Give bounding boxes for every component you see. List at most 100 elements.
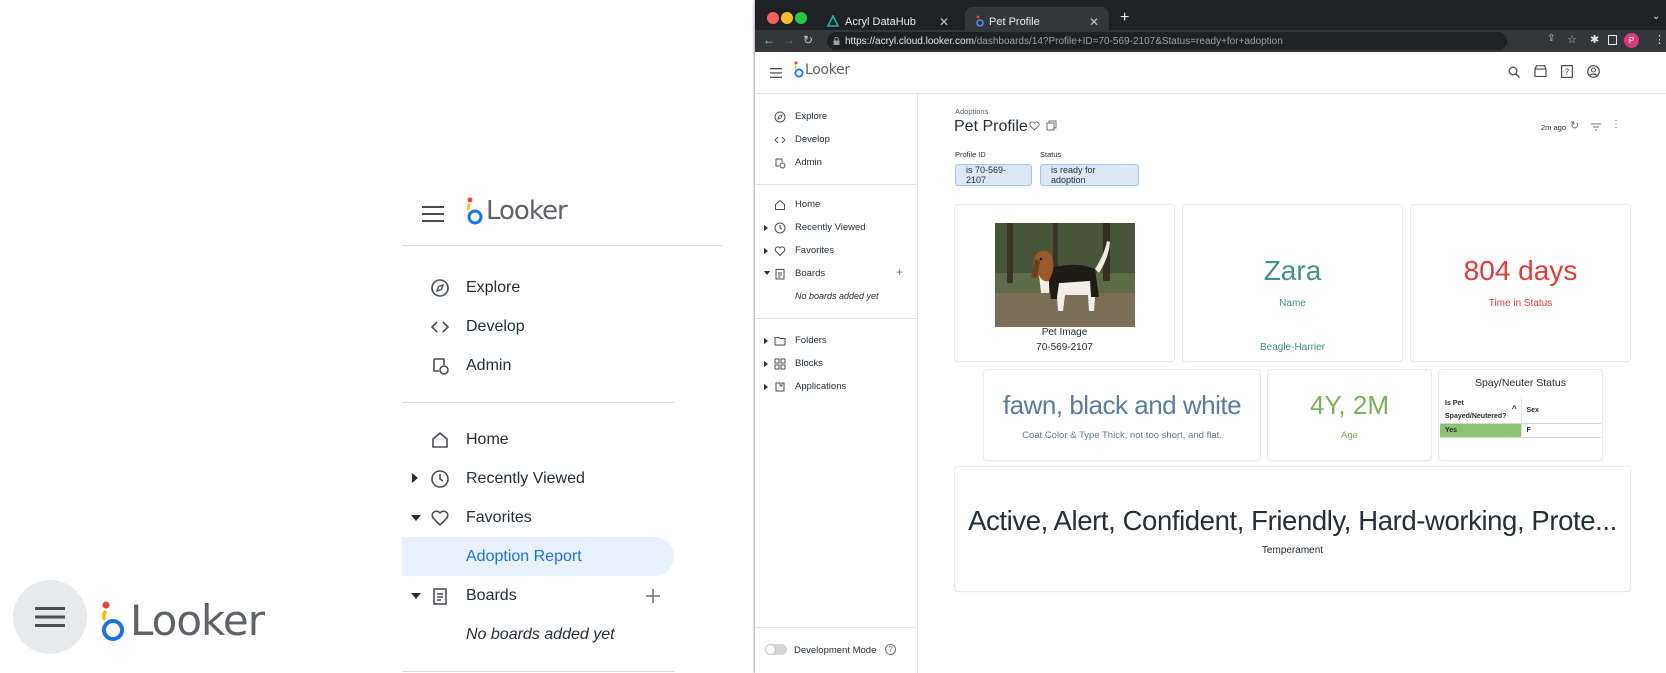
sidebar-item-home[interactable]: Home [755, 194, 918, 216]
development-mode-toggle[interactable] [765, 644, 787, 655]
compass-icon [431, 279, 449, 297]
sidebar-item-recently-viewed[interactable]: Recently Viewed [402, 459, 674, 498]
looker-wordmark: Looker [130, 596, 265, 645]
sidebar-item-adoption-report-label: Adoption Report [466, 547, 582, 565]
pet-image-caption: Pet Image [1041, 327, 1088, 338]
browser-menu-icon[interactable]: ⋮ [1654, 33, 1665, 46]
caret-down-icon[interactable] [411, 592, 421, 600]
url-path: /dashboards/14?Profile+ID=70-569-2107&St… [973, 35, 1283, 47]
cell-spayed: Yes [1440, 423, 1522, 438]
tab-search-chevron-icon[interactable]: ⌄ [1652, 11, 1660, 22]
nav-explore-label: Explore [795, 111, 828, 122]
profile-avatar[interactable]: P [1624, 33, 1639, 48]
account-icon[interactable] [1587, 65, 1600, 78]
marketplace-icon[interactable] [1534, 65, 1547, 77]
clock-icon [431, 470, 449, 488]
nav-develop-label: Develop [466, 317, 525, 335]
spay-neuter-table: Is Pet Spayed/Neutered? ^ Sex Yes F [1440, 397, 1601, 438]
menu-button[interactable] [13, 580, 87, 654]
close-tab-icon[interactable]: ✕ [1089, 15, 1099, 29]
close-tab-icon[interactable]: ✕ [939, 15, 949, 29]
sidebar-item-boards[interactable]: Boards [402, 576, 674, 615]
help-circle-icon[interactable]: ? [885, 644, 896, 655]
age-value: 4Y, 2M [1309, 390, 1389, 420]
caret-down-icon[interactable] [411, 514, 421, 522]
header-is-pet-line2: Spayed/Neutered? [1445, 413, 1507, 420]
sidebar-item-boards[interactable]: Boards + [755, 263, 918, 285]
caret-right-icon[interactable] [764, 338, 768, 344]
looker-favicon-icon [976, 15, 984, 27]
sidebar-item-applications[interactable]: Applications [755, 376, 918, 398]
caret-down-icon[interactable] [764, 271, 770, 275]
close-window-button[interactable] [767, 12, 779, 24]
code-icon [430, 321, 450, 333]
caret-right-icon[interactable] [764, 248, 768, 254]
nav-admin[interactable]: Admin [402, 346, 674, 385]
tile-coat: fawn, black and white Coat Color & Type … [984, 370, 1260, 460]
sidebar-item-favorites[interactable]: Favorites [755, 240, 918, 262]
share-icon[interactable]: ⇪ [1547, 33, 1555, 44]
new-tab-icon[interactable]: + [1120, 9, 1129, 27]
code-icon [774, 136, 786, 144]
clock-icon [774, 222, 786, 234]
divider [755, 318, 918, 319]
forward-icon[interactable]: → [783, 33, 795, 47]
sidebar-item-home[interactable]: Home [402, 420, 674, 459]
filter-profile-id-chip[interactable]: is 70-569-2107 [955, 164, 1032, 186]
nav-explore[interactable]: Explore [755, 106, 918, 128]
sidebar-item-blocks-label: Blocks [795, 358, 823, 369]
filter-profile-id-label: Profile ID [955, 150, 986, 159]
tab-label: Acryl DataHub [845, 15, 916, 28]
add-board-icon[interactable]: + [896, 265, 903, 279]
minimize-window-button[interactable] [781, 12, 793, 24]
sidebar-item-folders[interactable]: Folders [755, 330, 918, 352]
search-icon[interactable] [1508, 66, 1520, 78]
help-icon[interactable]: ? [1561, 65, 1573, 78]
name-value: Zara [1263, 255, 1322, 286]
sidebar-item-favorites[interactable]: Favorites [402, 498, 674, 537]
refresh-icon[interactable]: ↻ [1570, 119, 1579, 132]
applications-icon [775, 382, 785, 392]
table-header-is-pet[interactable]: Is Pet Spayed/Neutered? ^ [1440, 397, 1522, 424]
tile-name: Zara Name Beagle-Harrier [1183, 205, 1402, 361]
favorite-heart-icon[interactable] [1029, 121, 1040, 131]
sidebar-item-blocks[interactable]: Blocks [755, 353, 918, 375]
reload-icon[interactable]: ↻ [803, 33, 813, 47]
caret-right-icon[interactable] [764, 225, 768, 231]
filter-status-chip[interactable]: is ready for adoption [1040, 164, 1139, 186]
sidebar-item-adoption-report[interactable]: Adoption Report [402, 537, 674, 576]
back-icon[interactable]: ← [763, 33, 775, 47]
copy-icon[interactable] [1046, 120, 1057, 131]
side-panel-icon[interactable] [1608, 35, 1617, 45]
nav-admin-label: Admin [466, 356, 512, 374]
clipboard-icon [775, 269, 785, 280]
caret-right-icon[interactable] [764, 361, 768, 367]
extensions-puzzle-icon[interactable]: ✱ [1590, 33, 1599, 46]
dashboard-menu-icon[interactable]: ⋮ [1611, 119, 1621, 130]
home-icon [775, 199, 785, 210]
nav-explore[interactable]: Explore [402, 268, 674, 307]
no-boards-label: No boards added yet [795, 291, 879, 301]
divider [402, 671, 674, 672]
bookmark-star-icon[interactable]: ☆ [1567, 33, 1577, 46]
nav-develop[interactable]: Develop [402, 307, 674, 346]
maximize-window-button[interactable] [795, 12, 807, 24]
filter-icon[interactable] [1591, 123, 1601, 131]
hamburger-icon[interactable] [770, 68, 782, 78]
table-header-sex[interactable]: Sex [1521, 397, 1601, 424]
caret-right-icon[interactable] [411, 473, 419, 483]
no-boards-text: No boards added yet [402, 615, 674, 654]
add-board-icon[interactable] [646, 589, 660, 603]
sidebar-item-favorites-label: Favorites [795, 245, 835, 256]
development-mode-label: Development Mode [794, 645, 877, 656]
nav-admin[interactable]: Admin [755, 152, 918, 174]
hamburger-icon[interactable] [422, 206, 444, 222]
address-bar[interactable]: https://acryl.cloud.looker.com/dashboard… [827, 32, 1507, 50]
nav-develop-label: Develop [795, 134, 830, 145]
nav-develop[interactable]: Develop [755, 129, 918, 151]
cell-sex: F [1526, 427, 1531, 434]
breadcrumb[interactable]: Adoptions [955, 107, 988, 116]
sort-ascending-icon[interactable]: ^ [1512, 402, 1517, 415]
sidebar-item-recently-viewed[interactable]: Recently Viewed [755, 217, 918, 239]
caret-right-icon[interactable] [764, 384, 768, 390]
